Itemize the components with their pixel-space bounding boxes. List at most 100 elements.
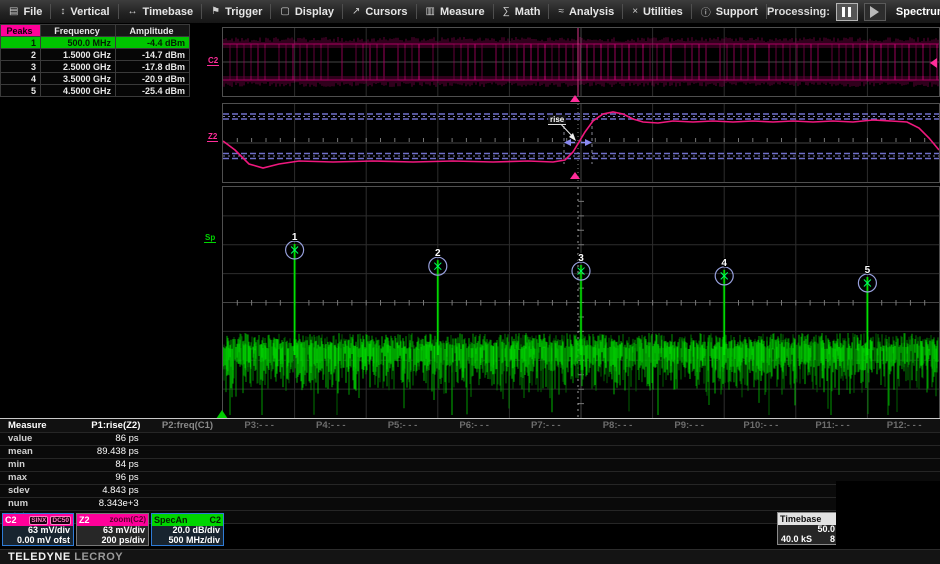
menu-vertical-label: Vertical bbox=[70, 6, 109, 18]
measure-table: Measure P1:rise(Z2) P2:freq(C1) P3:- - -… bbox=[0, 418, 940, 524]
spectrum-panel[interactable]: 12345 bbox=[222, 186, 940, 419]
p1-mean: 89.438 ps bbox=[80, 446, 152, 458]
menu-file-label: File bbox=[23, 6, 42, 18]
measure-row-num: num 8.343e+3 bbox=[0, 498, 940, 511]
play-icon bbox=[870, 6, 879, 18]
tools-icon: × bbox=[632, 6, 638, 17]
p1-value: 86 ps bbox=[80, 433, 152, 445]
svg-text:4: 4 bbox=[721, 258, 727, 269]
measure-col-p10[interactable]: P10:- - - bbox=[725, 419, 797, 432]
sinx-badge: SINX bbox=[29, 516, 48, 525]
monitor-icon: ▢ bbox=[280, 6, 289, 17]
p1-sdev: 4.843 ps bbox=[80, 485, 152, 497]
measure-row-min: min 84 ps bbox=[0, 459, 940, 472]
spectrum-trace: 12345 bbox=[223, 187, 939, 418]
pause-button[interactable] bbox=[836, 3, 858, 21]
z2-axis-label: Z2 bbox=[207, 132, 218, 142]
menu-trigger[interactable]: ⚑ Trigger bbox=[202, 0, 271, 23]
footer-bar: TELEDYNE LECROY bbox=[0, 549, 940, 564]
cursor-arrow-icon: ↗ bbox=[352, 6, 360, 17]
menu-measure[interactable]: ▥ Measure bbox=[417, 0, 494, 23]
measure-col-p8[interactable]: P8:- - - bbox=[582, 419, 654, 432]
menu-utilities[interactable]: × Utilities bbox=[623, 0, 692, 23]
peak-row-1[interactable]: 1500.0 MHz-4.4 dBm bbox=[1, 37, 190, 49]
measure-col-p1[interactable]: P1:rise(Z2) bbox=[80, 419, 152, 432]
pause-icon bbox=[842, 7, 845, 17]
dc50-badge: DC50 bbox=[50, 516, 71, 525]
menu-measure-label: Measure bbox=[440, 6, 485, 18]
menu-trigger-label: Trigger bbox=[225, 6, 262, 18]
horizontal-arrows-icon: ↔ bbox=[128, 6, 138, 17]
measure-row-mean: mean 89.438 ps bbox=[0, 446, 940, 459]
rise-measurement-tag: rise bbox=[548, 115, 566, 125]
trigger-position-marker-top[interactable] bbox=[570, 95, 580, 102]
z2-zoom-panel[interactable] bbox=[222, 103, 940, 183]
menu-support-label: Support bbox=[716, 6, 758, 18]
measure-col-p7[interactable]: P7:- - - bbox=[510, 419, 582, 432]
specan-axis-label: Sp bbox=[204, 233, 216, 243]
peak-row-3[interactable]: 32.5000 GHz-17.8 dBm bbox=[1, 61, 190, 73]
frequency-header: Frequency bbox=[41, 25, 116, 37]
calculator-icon: ∑ bbox=[503, 6, 510, 17]
z2-time-per-div: 200 ps/div bbox=[80, 536, 145, 546]
measure-col-p11[interactable]: P11:- - - bbox=[797, 419, 869, 432]
oscilloscope-screen: ▤ File ↕Vertical ↔ Timebase ⚑ Trigger ▢ Disp… bbox=[0, 0, 940, 564]
menu-cursors[interactable]: ↗ Cursors bbox=[343, 0, 417, 23]
menu-file[interactable]: ▤ File bbox=[0, 0, 51, 23]
svg-text:5: 5 bbox=[865, 265, 871, 276]
file-icon: ▤ bbox=[9, 6, 18, 17]
menu-utilities-label: Utilities bbox=[643, 6, 683, 18]
measure-row-max: max 96 ps bbox=[0, 472, 940, 485]
menu-timebase[interactable]: ↔ Timebase bbox=[119, 0, 203, 23]
z2-descriptor-box[interactable]: Z2 zoom(C2) 63 mV/div 200 ps/div bbox=[76, 513, 149, 546]
measure-col-p6[interactable]: P6:- - - bbox=[438, 419, 510, 432]
measure-col-p12[interactable]: P12:- - - bbox=[868, 419, 940, 432]
menubar: ▤ File ↕Vertical ↔ Timebase ⚑ Trigger ▢ Disp… bbox=[0, 0, 940, 24]
measure-col-p5[interactable]: P5:- - - bbox=[367, 419, 439, 432]
teledyne-lecroy-logo: TELEDYNE LECROY bbox=[0, 551, 123, 563]
svg-text:3: 3 bbox=[578, 253, 584, 264]
z2-descriptor-title: Z2 bbox=[79, 514, 90, 526]
menu-math[interactable]: ∑ Math bbox=[494, 0, 550, 23]
measure-row-sdev: sdev 4.843 ps bbox=[0, 485, 940, 498]
p1-min: 84 ps bbox=[80, 459, 152, 471]
peak-row-4[interactable]: 43.5000 GHz-20.9 dBm bbox=[1, 73, 190, 85]
p1-num: 8.343e+3 bbox=[80, 498, 152, 510]
menu-cursors-label: Cursors bbox=[365, 6, 407, 18]
c2-descriptor-box[interactable]: C2 SINX DC50 63 mV/div 0.00 mV ofst bbox=[2, 513, 74, 546]
measure-col-p3[interactable]: P3:- - - bbox=[223, 419, 295, 432]
svg-text:2: 2 bbox=[435, 248, 441, 259]
measure-title: Measure bbox=[0, 419, 80, 432]
measure-col-p9[interactable]: P9:- - - bbox=[653, 419, 725, 432]
measure-row-value: value 86 ps bbox=[0, 433, 940, 446]
menu-display-label: Display bbox=[295, 6, 334, 18]
menu-timebase-label: Timebase bbox=[143, 6, 194, 18]
blank-overlay bbox=[836, 481, 940, 545]
menu-analysis[interactable]: ≈Analysis bbox=[549, 0, 623, 23]
z2-rise-edge-trace bbox=[223, 104, 939, 182]
timebase-title: Timebase bbox=[780, 513, 821, 525]
menu-display[interactable]: ▢ Display bbox=[271, 0, 343, 23]
trigger-position-marker-bottom[interactable] bbox=[570, 172, 580, 179]
menu-analysis-label: Analysis bbox=[569, 6, 614, 18]
timebase-sample-rate: 8 bbox=[830, 535, 835, 545]
measure-header-row: Measure P1:rise(Z2) P2:freq(C1) P3:- - -… bbox=[0, 419, 940, 433]
amplitude-header: Amplitude bbox=[116, 25, 190, 37]
play-button[interactable] bbox=[864, 3, 886, 21]
c2-eye-pattern-trace bbox=[223, 28, 939, 96]
peak-row-2[interactable]: 21.5000 GHz-14.7 dBm bbox=[1, 49, 190, 61]
menu-support[interactable]: ⓘSupport bbox=[692, 0, 767, 23]
menu-math-label: Math bbox=[515, 6, 541, 18]
menu-vertical[interactable]: ↕Vertical bbox=[51, 0, 118, 23]
peak-row-5[interactable]: 54.5000 GHz-25.4 dBm bbox=[1, 85, 190, 97]
timebase-samples: 40.0 kS bbox=[781, 535, 812, 545]
measure-col-p4[interactable]: P4:- - - bbox=[295, 419, 367, 432]
c2-trigger-level-marker[interactable] bbox=[930, 58, 937, 68]
ruler-icon: ▥ bbox=[426, 6, 435, 17]
c2-waveform-panel[interactable] bbox=[222, 27, 940, 97]
trigger-flag-icon: ⚑ bbox=[211, 6, 220, 17]
specan-descriptor-box[interactable]: SpecAn C2 20.0 dB/div 500 MHz/div bbox=[151, 513, 224, 546]
c2-descriptor-title: C2 bbox=[5, 514, 17, 526]
measure-col-p2[interactable]: P2:freq(C1) bbox=[152, 419, 224, 432]
peaks-header-row: Peaks Frequency Amplitude bbox=[1, 25, 190, 37]
